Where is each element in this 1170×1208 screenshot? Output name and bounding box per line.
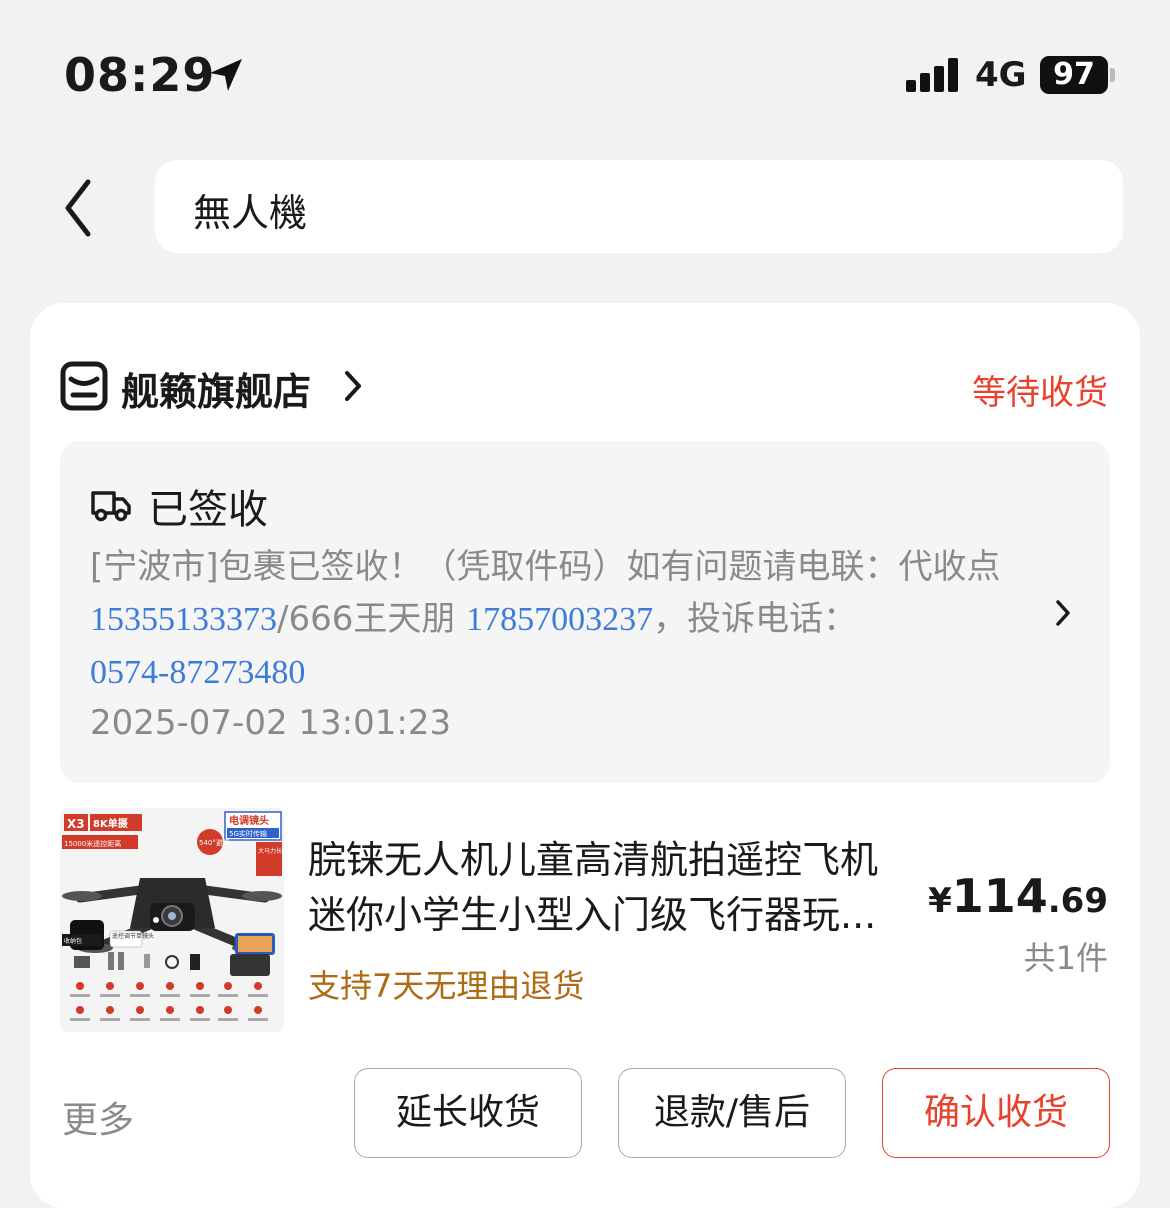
image-label-single-lens: 遥控调节单镜头	[112, 932, 154, 940]
search-query: 無人機	[193, 191, 308, 235]
more-button[interactable]: 更多	[62, 1091, 134, 1143]
product-title-line: 脘铼无人机儿童高清航拍遥控飞机	[308, 838, 879, 882]
price-integer: 114	[951, 869, 1048, 923]
chevron-right-icon[interactable]	[342, 369, 364, 403]
extend-receipt-button[interactable]: 延长收货	[354, 1068, 582, 1158]
logistics-panel[interactable]: 已签收 [宁波市]包裹已签收！（凭取件码）如有问题请电联：代收点 1535513…	[60, 441, 1110, 783]
order-card: 舰籁旗舰店 等待收货 已签收 [宁波市]包裹已签收！（凭取件码）如有问题请电联：…	[30, 303, 1140, 1208]
image-label-lens: 电调镜头	[229, 814, 269, 827]
image-label-camera: 8K单摄	[93, 817, 129, 830]
phone-link[interactable]: 15355133373	[90, 601, 277, 638]
logistics-text: [宁波市]包裹已签收！（凭取件码）如有问题请电联：代收点	[90, 547, 1001, 587]
search-input[interactable]: 無人機	[155, 160, 1123, 253]
product-price: ¥114.69	[928, 869, 1108, 923]
image-label-motor: 大马力长续航	[258, 847, 284, 855]
chevron-right-icon[interactable]	[1055, 599, 1071, 627]
drone-product-image: X3 8K单摄 15000米遥控距离 电调镜头 5G实时传输 540°避障 大马…	[60, 808, 284, 1032]
product-quantity: 共1件	[1023, 939, 1108, 977]
shop-name[interactable]: 舰籁旗舰店	[121, 361, 311, 416]
image-label-avoid: 540°避障	[199, 838, 230, 847]
phone-link[interactable]: 0574-87273480	[90, 654, 305, 691]
store-icon	[60, 361, 108, 411]
logistics-time: 2025-07-02 13:01:23	[90, 703, 452, 743]
image-label-transfer: 5G实时传输	[229, 829, 267, 838]
product-title-line: 迷你小学生小型入门级飞行器玩...	[308, 893, 877, 937]
logistics-text: /666王天朋	[277, 599, 467, 639]
status-bar: 08:29 4G 97	[0, 0, 1170, 150]
battery-icon: 97	[1040, 56, 1116, 94]
price-symbol: ¥	[928, 881, 952, 921]
product-title[interactable]: 脘铼无人机儿童高清航拍遥控飞机 迷你小学生小型入门级飞行器玩...	[308, 833, 948, 943]
image-label-bag: 收纳包	[64, 937, 82, 945]
logistics-text: ，投诉电话：	[653, 599, 858, 639]
product-image[interactable]: X3 8K单摄 15000米遥控距离 电调镜头 5G实时传输 540°避障 大马…	[60, 808, 284, 1032]
status-time: 08:29	[64, 48, 216, 102]
order-status: 等待收货	[972, 373, 1108, 413]
image-label-model: X3	[67, 817, 85, 831]
image-label-range: 15000米遥控距离	[64, 839, 121, 848]
confirm-receipt-button[interactable]: 确认收货	[882, 1068, 1110, 1158]
logistics-title: 已签收	[148, 487, 268, 533]
battery-level: 97	[1053, 57, 1095, 92]
location-arrow-icon	[210, 59, 242, 91]
price-decimal: .69	[1047, 881, 1108, 921]
truck-icon	[91, 491, 131, 522]
network-type: 4G	[975, 55, 1027, 95]
phone-link[interactable]: 17857003237	[466, 601, 653, 638]
refund-button[interactable]: 退款/售后	[618, 1068, 846, 1158]
logistics-description: [宁波市]包裹已签收！（凭取件码）如有问题请电联：代收点 15355133373…	[90, 541, 1025, 699]
signal-bars-icon	[906, 58, 958, 92]
chevron-left-icon[interactable]	[60, 178, 100, 238]
return-policy-tag: 支持7天无理由退货	[308, 967, 585, 1005]
